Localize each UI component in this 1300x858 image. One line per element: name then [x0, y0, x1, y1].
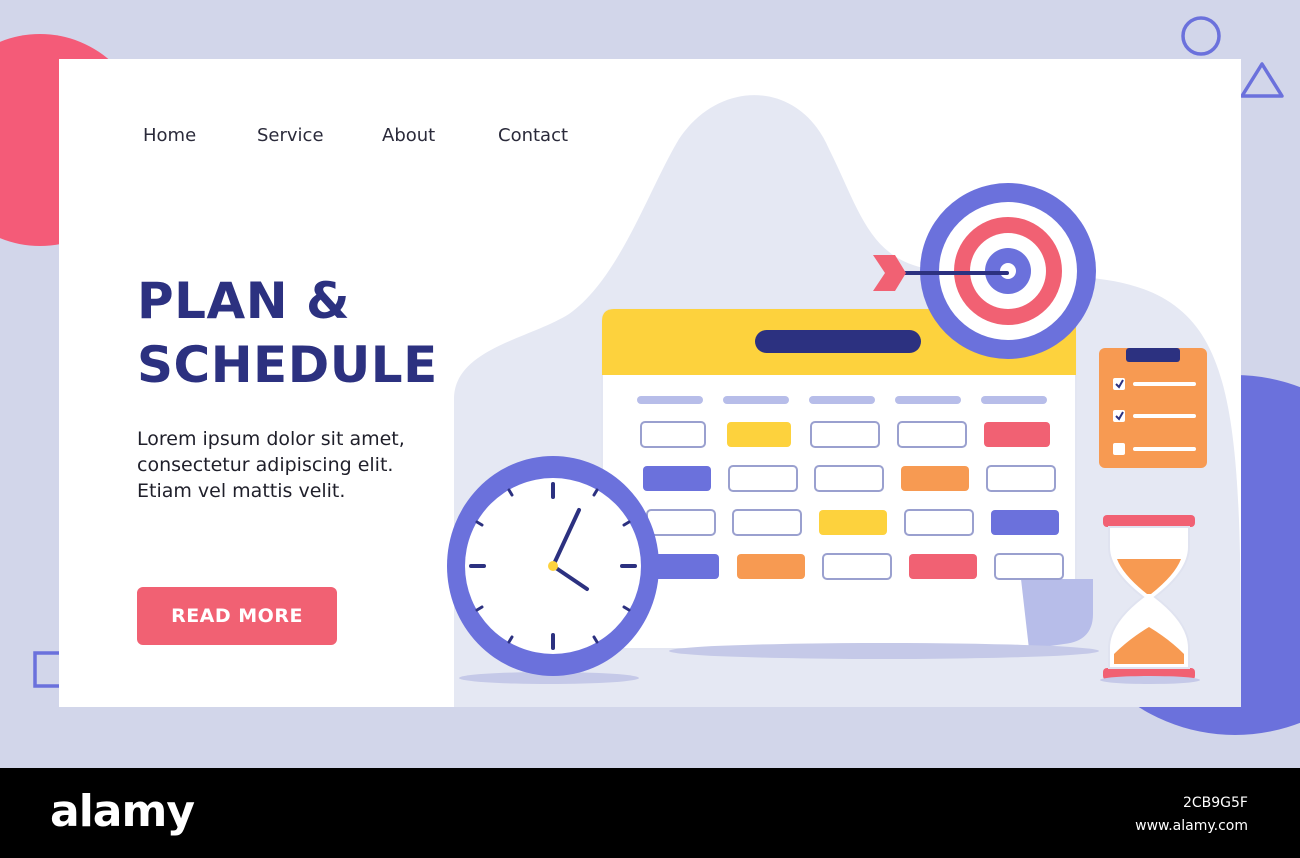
nav-link-service[interactable]: Service — [257, 125, 324, 146]
top-nav: Home Service About Contact — [59, 125, 659, 151]
checklist-icon — [1099, 348, 1207, 468]
footer-image-info: 2CB9G5F www.alamy.com — [1135, 792, 1248, 838]
read-more-button[interactable]: READ MORE — [137, 587, 337, 645]
hero-description-line-3: Etiam vel mattis velit. — [137, 480, 346, 502]
footer-logo: alamy — [50, 786, 195, 837]
nav-link-home[interactable]: Home — [143, 125, 196, 146]
calendar-day-headers — [637, 396, 1047, 404]
hero-title-line-1: PLAN & — [137, 272, 351, 330]
hero-title-line-2: SCHEDULE — [137, 336, 438, 394]
footer-bar: alamy 2CB9G5F www.alamy.com — [0, 768, 1300, 858]
calendar-icon — [601, 308, 1099, 659]
footer-url: www.alamy.com — [1135, 818, 1248, 834]
triangle-outline-shape — [1240, 62, 1284, 98]
landing-card: Home Service About Contact PLAN & SCHEDU… — [59, 59, 1241, 707]
footer-image-id: 2CB9G5F — [1182, 795, 1248, 811]
circle-outline-shape — [1181, 16, 1221, 56]
hero-title: PLAN & SCHEDULE — [137, 269, 438, 397]
nav-link-about[interactable]: About — [382, 125, 435, 146]
nav-link-contact[interactable]: Contact — [498, 125, 568, 146]
hero-description-line-1: Lorem ipsum dolor sit amet, — [137, 428, 405, 450]
hero-description: Lorem ipsum dolor sit amet, consectetur … — [137, 426, 457, 504]
hero-description-line-2: consectetur adipiscing elit. — [137, 454, 394, 476]
